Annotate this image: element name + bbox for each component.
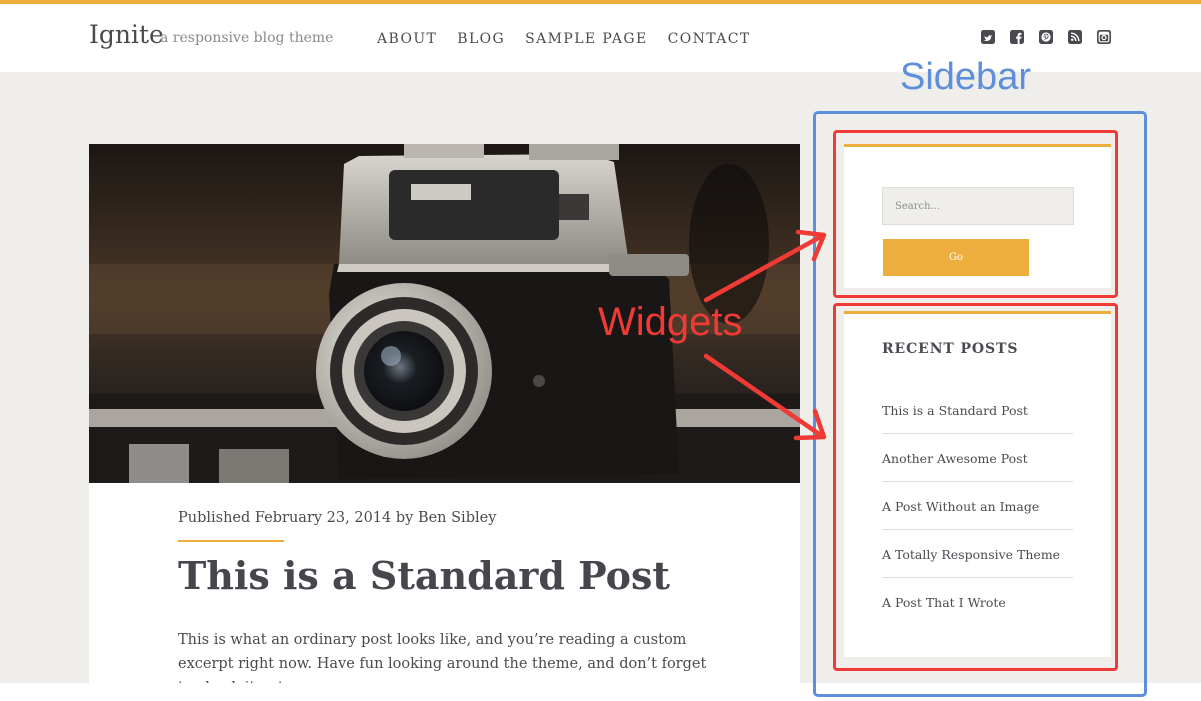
widget-title: RECENT POSTS [882, 341, 1019, 357]
primary-menu: ABOUT BLOG SAMPLE PAGE CONTACT [377, 31, 751, 47]
page-background: Ignite a responsive blog theme ABOUT BLO… [0, 0, 1201, 683]
facebook-icon[interactable] [1010, 30, 1024, 44]
post-title[interactable]: This is a Standard Post [178, 553, 670, 598]
site-tagline: a responsive blog theme [160, 30, 334, 46]
rss-icon[interactable] [1068, 30, 1082, 44]
instagram-icon[interactable] [1097, 30, 1111, 44]
recent-post-link[interactable]: A Post That I Wrote [882, 595, 1006, 610]
menu-item-sample-page[interactable]: SAMPLE PAGE [525, 31, 647, 47]
search-widget: Go [844, 144, 1111, 288]
recent-posts-widget: RECENT POSTS This is a Standard Post Ano… [844, 311, 1111, 657]
recent-post-link[interactable]: A Post Without an Image [882, 499, 1039, 514]
post-card: Published February 23, 2014 by Ben Sible… [89, 483, 800, 683]
recent-post-link[interactable]: This is a Standard Post [882, 403, 1028, 418]
post-meta: Published February 23, 2014 by Ben Sible… [178, 510, 497, 526]
recent-post-link[interactable]: A Totally Responsive Theme [882, 547, 1060, 562]
list-item: Another Awesome Post [882, 434, 1073, 482]
menu-item-blog[interactable]: BLOG [457, 31, 505, 47]
recent-posts-list: This is a Standard Post Another Awesome … [882, 386, 1073, 626]
search-go-button[interactable]: Go [883, 239, 1029, 276]
search-input[interactable] [882, 187, 1074, 225]
list-item: A Post That I Wrote [882, 578, 1073, 626]
social-icons [981, 30, 1111, 44]
pinterest-icon[interactable] [1039, 30, 1053, 44]
site-header: Ignite a responsive blog theme ABOUT BLO… [0, 4, 1201, 72]
menu-item-contact[interactable]: CONTACT [668, 31, 751, 47]
featured-image[interactable] [89, 144, 800, 483]
camera-photo [89, 144, 800, 483]
menu-item-about[interactable]: ABOUT [377, 31, 437, 47]
list-item: A Post Without an Image [882, 482, 1073, 530]
list-item: A Totally Responsive Theme [882, 530, 1073, 578]
post-excerpt: This is what an ordinary post looks like… [178, 632, 707, 683]
list-item: This is a Standard Post [882, 386, 1073, 434]
post-divider [178, 540, 284, 542]
twitter-icon[interactable] [981, 30, 995, 44]
site-logo[interactable]: Ignite [89, 20, 164, 49]
recent-post-link[interactable]: Another Awesome Post [882, 451, 1028, 466]
